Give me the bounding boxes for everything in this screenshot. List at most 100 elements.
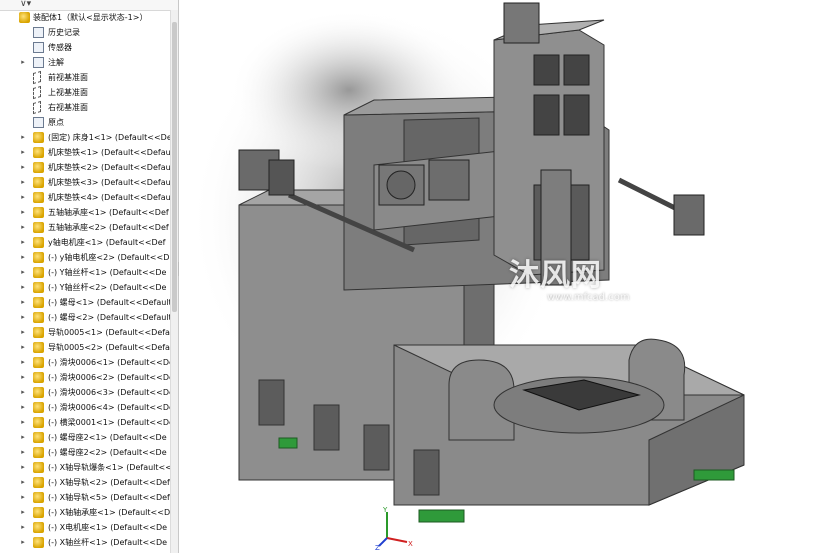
tree-item-label: 机床垫铁<1> (Default<<Defau — [48, 148, 171, 157]
expand-arrow-icon[interactable]: ▸ — [19, 475, 27, 490]
tree-item-label: 传感器 — [48, 43, 72, 52]
tree-item-label: (-) X轴轴承座<1> (Default<<D — [48, 508, 171, 517]
part-icon — [33, 357, 44, 368]
tree-item-label: y轴电机座<1> (Default<<Def — [48, 238, 166, 247]
leveling-foot — [693, 469, 735, 481]
expand-arrow-icon[interactable]: ▸ — [19, 505, 27, 520]
plane-icon — [33, 100, 41, 115]
triad-y-label: Y — [382, 506, 388, 514]
expand-arrow-icon[interactable]: ▸ — [19, 535, 27, 550]
triad-x-label: X — [408, 540, 413, 548]
tree-item-label: (-) X轴丝杆<1> (Default<<De — [48, 538, 168, 547]
part-icon — [33, 492, 44, 503]
part-icon — [33, 267, 44, 278]
tree-item-label: 导轨0005<1> (Default<<Defa — [48, 328, 170, 337]
tree-item-label: 前视基准面 — [48, 73, 88, 82]
axis-triad-icon: Y X Z — [375, 506, 413, 550]
tree-item-label: (-) 滑块0006<2> (Default<<De — [48, 373, 174, 382]
expand-arrow-icon[interactable]: ▸ — [19, 340, 27, 355]
part-icon — [33, 282, 44, 293]
tree-item-label: (-) X电机座<1> (Default<<De — [48, 523, 168, 532]
tree-item-label: 注解 — [48, 58, 64, 67]
part-icon — [33, 147, 44, 158]
tree-scrollbar[interactable] — [170, 10, 178, 553]
tree-item-label: 上视基准面 — [48, 88, 88, 97]
assembly-icon — [19, 12, 30, 23]
expand-arrow-icon[interactable]: ▸ — [19, 295, 27, 310]
tree-item-label: (-) 螺母<1> (Default<<Default — [48, 298, 172, 307]
origin-icon — [33, 117, 44, 128]
part-icon — [33, 237, 44, 248]
scrollbar-thumb[interactable] — [172, 22, 177, 312]
tree-item-label: 机床垫铁<3> (Default<<Defau — [48, 178, 171, 187]
expand-arrow-icon[interactable]: ▸ — [19, 265, 27, 280]
triad-z-label: Z — [375, 544, 380, 550]
expand-arrow-icon[interactable]: ▸ — [19, 445, 27, 460]
tree-item-label: (-) 滑块0006<1> (Default<<De — [48, 358, 174, 367]
part-icon — [33, 432, 44, 443]
watermark-text: 沐风网 — [509, 258, 602, 293]
part-icon — [33, 402, 44, 413]
tree-item-label: (-) X轴导轨<5> (Default<<Def — [48, 493, 170, 502]
expand-arrow-icon[interactable]: ▸ — [19, 325, 27, 340]
expand-arrow-icon[interactable]: ▸ — [19, 175, 27, 190]
plane-icon — [33, 85, 41, 100]
tree-item-label: 历史记录 — [48, 28, 80, 37]
part-icon — [33, 447, 44, 458]
tree-item-label: 导轨0005<2> (Default<<Defa — [48, 343, 170, 352]
part-icon — [33, 477, 44, 488]
expand-arrow-icon[interactable]: ▸ — [19, 490, 27, 505]
tree-item-label: (-) 横梁0001<1> (Default<<De — [48, 418, 174, 427]
part-icon — [33, 312, 44, 323]
tree-item-label: (-) 滑块0006<4> (Default<<De — [48, 403, 174, 412]
expand-arrow-icon[interactable]: ▸ — [19, 355, 27, 370]
graphics-viewport[interactable]: 沐风网 www.mfcad.com Y X Z — [179, 0, 820, 553]
expand-arrow-icon[interactable]: ▸ — [19, 460, 27, 475]
part-icon — [33, 537, 44, 548]
spindle-carriage — [493, 2, 605, 286]
expand-arrow-icon[interactable]: ▸ — [19, 310, 27, 325]
tree-item-label: 原点 — [48, 118, 64, 127]
expand-arrow-icon[interactable]: ▸ — [19, 145, 27, 160]
part-icon — [33, 162, 44, 173]
expand-arrow-icon[interactable]: ▸ — [19, 205, 27, 220]
expand-arrow-icon[interactable]: ▸ — [19, 250, 27, 265]
tree-item-label: (-) Y轴丝杆<2> (Default<<De — [48, 283, 167, 292]
tree-item-label: 五轴轴承座<1> (Default<<Def — [48, 208, 169, 217]
history-icon — [33, 27, 44, 38]
tree-item-label: 机床垫铁<4> (Default<<Defau — [48, 193, 171, 202]
expand-arrow-icon[interactable]: ▸ — [19, 415, 27, 430]
tree-item-label: 五轴轴承座<2> (Default<<Def — [48, 223, 169, 232]
part-icon — [33, 222, 44, 233]
part-icon — [33, 207, 44, 218]
expand-arrow-icon[interactable]: ▸ — [19, 55, 27, 70]
watermark-url: www.mfcad.com — [547, 292, 630, 303]
expand-arrow-icon[interactable]: ▸ — [19, 235, 27, 250]
expand-arrow-icon[interactable]: ▸ — [19, 280, 27, 295]
expand-arrow-icon[interactable]: ▸ — [19, 160, 27, 175]
expand-arrow-icon[interactable]: ▸ — [19, 430, 27, 445]
expand-arrow-icon[interactable]: ▸ — [19, 520, 27, 535]
annotation-icon — [33, 57, 44, 68]
filter-icon[interactable]: ⊽▾ — [20, 0, 31, 9]
expand-arrow-icon[interactable]: ▸ — [19, 370, 27, 385]
expand-arrow-icon[interactable]: ▸ — [19, 190, 27, 205]
tree-item-label: (-) X轴导轨<2> (Default<<Def — [48, 478, 170, 487]
tree-item-label: (固定) 床身1<1> (Default<<De — [48, 133, 172, 142]
expand-arrow-icon[interactable]: ▸ — [19, 385, 27, 400]
leveling-foot — [278, 437, 298, 449]
expand-arrow-icon[interactable]: ▸ — [19, 130, 27, 145]
tree-item-label: 右视基准面 — [48, 103, 88, 112]
tree-item-label: (-) 螺母座2<1> (Default<<De — [48, 433, 167, 442]
part-icon — [33, 372, 44, 383]
machine-model-render — [189, 2, 745, 523]
part-icon — [33, 297, 44, 308]
tree-item-label: 机床垫铁<2> (Default<<Defau — [48, 163, 171, 172]
expand-arrow-icon[interactable]: ▸ — [19, 220, 27, 235]
tree-item-label: (-) Y轴丝杆<1> (Default<<De — [48, 268, 167, 277]
plane-icon — [33, 70, 41, 85]
part-icon — [33, 387, 44, 398]
part-icon — [33, 507, 44, 518]
watermark-logo: 沐风网 www.mfcad.com — [509, 250, 630, 303]
expand-arrow-icon[interactable]: ▸ — [19, 400, 27, 415]
